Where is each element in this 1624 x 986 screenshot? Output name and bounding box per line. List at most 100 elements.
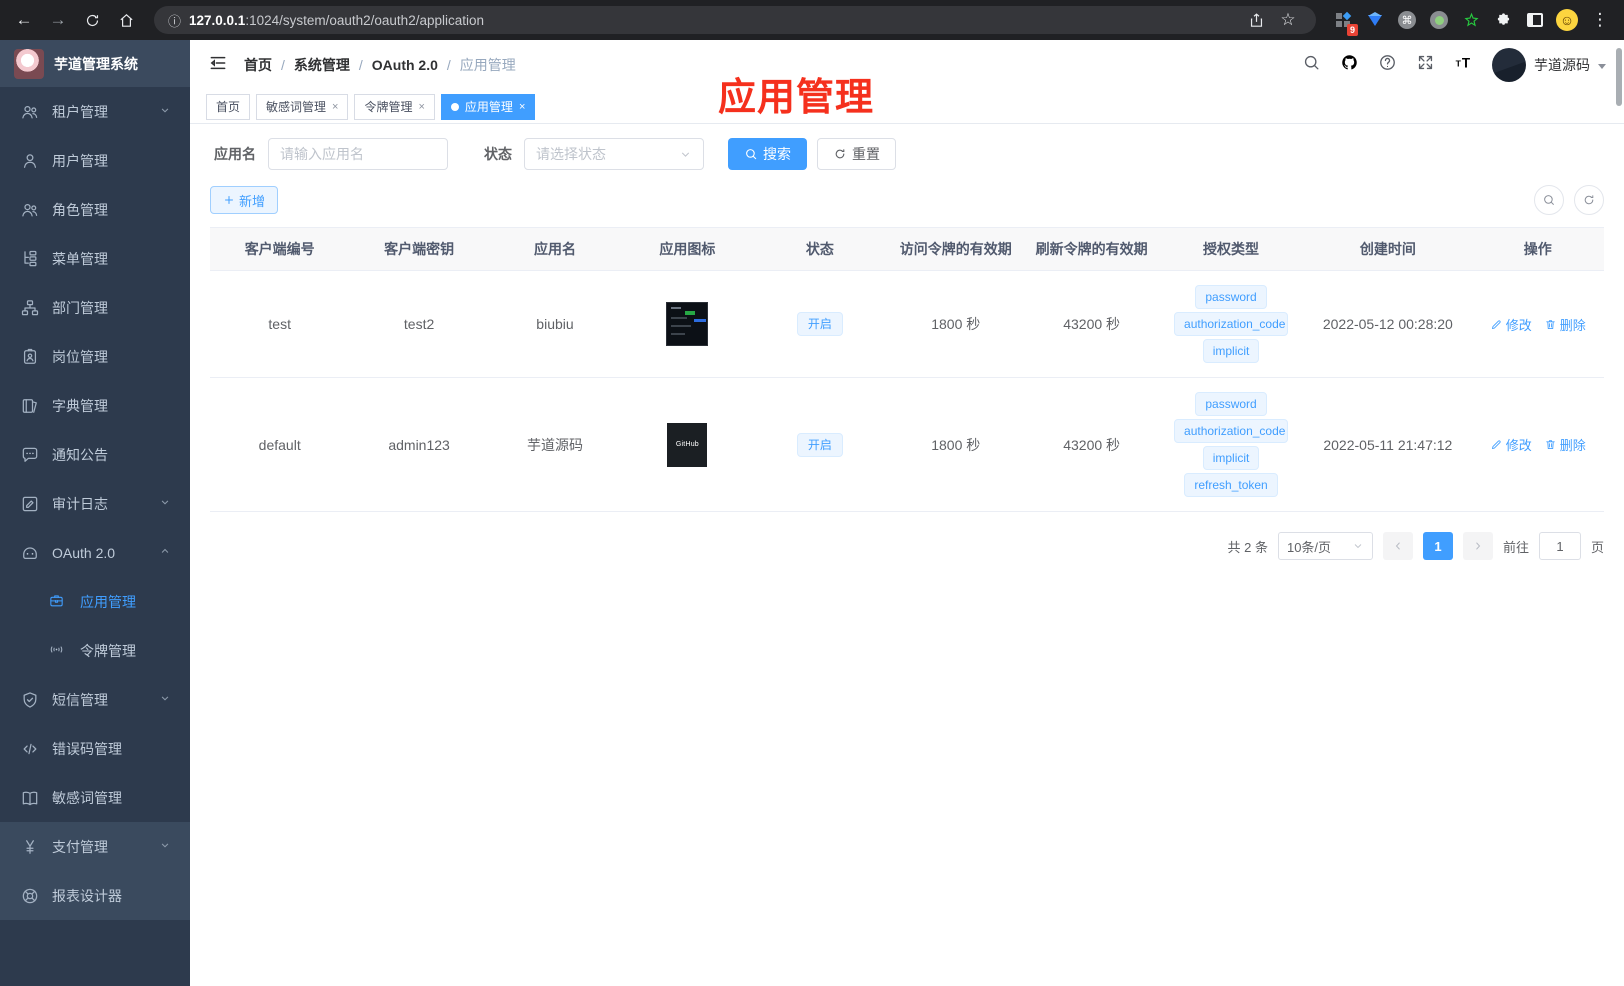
sidebar-item-支付管理[interactable]: 支付管理 bbox=[0, 822, 190, 871]
sidebar-item-错误码管理[interactable]: 错误码管理 bbox=[0, 724, 190, 773]
filter-form: 应用名 状态 请选择状态 搜索 重置 bbox=[210, 138, 1604, 170]
fontsize-icon[interactable]: TT bbox=[1454, 53, 1473, 77]
status-select[interactable]: 请选择状态 bbox=[524, 138, 704, 170]
page-size-select[interactable]: 10条/页 bbox=[1277, 532, 1373, 560]
page-number-button[interactable]: 1 bbox=[1422, 532, 1453, 560]
browser-menu-icon[interactable]: ⋮ bbox=[1586, 6, 1614, 34]
sidebar-item-通知公告[interactable]: 通知公告 bbox=[0, 430, 190, 479]
info-icon[interactable]: ⓘ bbox=[168, 11, 181, 30]
cell-created: 2022-05-11 21:47:12 bbox=[1304, 377, 1472, 512]
sidebar: 芋道管理系统 租户管理 用户管理 角色管理 菜单管理 部门管理 岗位管理 字典管理 通知公告审… bbox=[0, 40, 190, 986]
close-icon[interactable]: × bbox=[519, 101, 525, 113]
sidebar-item-报表设计器[interactable]: 报表设计器 bbox=[0, 871, 190, 920]
pagination: 共 2 条 10条/页 1 前往 页 bbox=[210, 532, 1604, 560]
grant-type-tag: implicit bbox=[1202, 446, 1260, 470]
sidebar-item-岗位管理[interactable]: 岗位管理 bbox=[0, 332, 190, 381]
sidebar-item-label: 敏感词管理 bbox=[52, 789, 122, 806]
close-icon[interactable]: × bbox=[332, 101, 338, 113]
compass-icon bbox=[20, 886, 40, 906]
reload-icon[interactable] bbox=[78, 6, 106, 34]
grant-type-tag: authorization_code bbox=[1174, 312, 1289, 336]
delete-button[interactable]: 删除 bbox=[1544, 435, 1586, 454]
applications-table: 客户端编号 客户端密钥 应用名 应用图标 状态 访问令牌的有效期 刷新令牌的有效期 授权类型创… bbox=[210, 227, 1604, 512]
cell-client-id: test bbox=[210, 270, 350, 378]
breadcrumb-item[interactable]: 首页 bbox=[244, 55, 272, 75]
goto-page-input[interactable] bbox=[1538, 532, 1581, 560]
app-logo: 芋道管理系统 bbox=[0, 40, 190, 87]
books-icon bbox=[20, 396, 40, 416]
cell-app-name: 芋道源码 bbox=[488, 377, 622, 512]
close-icon[interactable]: × bbox=[418, 101, 424, 113]
sidebar-item-应用管理[interactable]: 应用管理 bbox=[0, 577, 190, 626]
plus-icon bbox=[225, 196, 233, 204]
tree-icon bbox=[20, 249, 40, 269]
sidebar-item-角色管理[interactable]: 角色管理 bbox=[0, 185, 190, 234]
sidebar-item-用户管理[interactable]: 用户管理 bbox=[0, 136, 190, 185]
sidebar-item-敏感词管理[interactable]: 敏感词管理 bbox=[0, 773, 190, 822]
delete-button[interactable]: 删除 bbox=[1544, 315, 1586, 334]
search-icon[interactable] bbox=[1302, 53, 1321, 77]
github-icon[interactable] bbox=[1340, 53, 1359, 77]
tab-令牌管理[interactable]: 令牌管理 × bbox=[354, 93, 435, 120]
add-button[interactable]: 新增 bbox=[210, 186, 279, 214]
prev-page-button[interactable] bbox=[1382, 532, 1413, 560]
breadcrumb-item: 应用管理 bbox=[459, 57, 516, 73]
extension-grid-icon[interactable]: 9 bbox=[1330, 7, 1358, 36]
grant-type-tag: password bbox=[1195, 392, 1267, 416]
chevron-down-icon bbox=[1598, 64, 1606, 69]
robot-icon bbox=[20, 543, 40, 563]
extensions-puzzle-icon[interactable] bbox=[1490, 7, 1516, 33]
app-name-input[interactable] bbox=[268, 138, 448, 170]
sidebar-item-令牌管理[interactable]: 令牌管理 bbox=[0, 626, 190, 675]
refresh-table-button[interactable] bbox=[1574, 185, 1604, 215]
breadcrumb-separator: / bbox=[446, 57, 451, 73]
search-button[interactable]: 搜索 bbox=[728, 138, 807, 170]
sidebar-item-label: 应用管理 bbox=[80, 593, 136, 610]
extension-gem-icon[interactable] bbox=[1362, 7, 1388, 33]
tab-应用管理[interactable]: 应用管理 × bbox=[440, 93, 536, 120]
extension-star-icon[interactable] bbox=[1458, 7, 1484, 33]
sidebar-item-字典管理[interactable]: 字典管理 bbox=[0, 381, 190, 430]
breadcrumb-item[interactable]: OAuth 2.0 bbox=[372, 57, 438, 73]
code-icon bbox=[20, 739, 40, 759]
sidebar-toggle-icon[interactable] bbox=[1522, 7, 1548, 33]
reset-button[interactable]: 重置 bbox=[817, 138, 896, 170]
user-menu[interactable]: 芋道源码 bbox=[1492, 48, 1606, 82]
tab-首页[interactable]: 首页 bbox=[206, 93, 251, 120]
sidebar-item-label: 令牌管理 bbox=[80, 642, 136, 659]
sidebar-item-label: 审计日志 bbox=[52, 495, 108, 512]
question-icon[interactable] bbox=[1378, 53, 1397, 77]
sidebar-item-审计日志[interactable]: 审计日志 bbox=[0, 479, 190, 528]
home-icon[interactable] bbox=[112, 6, 140, 34]
shield-icon bbox=[20, 690, 40, 710]
collapse-menu-icon[interactable] bbox=[208, 53, 228, 78]
sidebar-item-OAuth 2.0[interactable]: OAuth 2.0 bbox=[0, 528, 190, 577]
svg-text:T: T bbox=[1462, 55, 1471, 70]
column-header: 客户端密钥 bbox=[349, 227, 489, 271]
sidebar-item-菜单管理[interactable]: 菜单管理 bbox=[0, 234, 190, 283]
share-icon[interactable] bbox=[1242, 6, 1270, 34]
breadcrumb-item[interactable]: 系统管理 bbox=[294, 55, 350, 75]
chevron-down-icon bbox=[158, 495, 172, 512]
toggle-search-button[interactable] bbox=[1534, 185, 1564, 215]
tab-敏感词管理[interactable]: 敏感词管理 × bbox=[256, 93, 349, 120]
fullscreen-icon[interactable] bbox=[1416, 53, 1435, 77]
signal-icon bbox=[48, 641, 68, 661]
extension-command-icon[interactable]: ⌘ bbox=[1394, 7, 1420, 33]
edit-button[interactable]: 修改 bbox=[1490, 315, 1532, 334]
sidebar-item-租户管理[interactable]: 租户管理 bbox=[0, 87, 190, 136]
forward-icon[interactable]: → bbox=[44, 6, 72, 34]
url-bar[interactable]: ⓘ 127.0.0.1:1024/system/oauth2/oauth2/ap… bbox=[154, 6, 1316, 34]
extension-record-icon[interactable] bbox=[1426, 7, 1452, 33]
scrollbar-thumb[interactable] bbox=[1616, 48, 1622, 106]
chevron-down-icon bbox=[1354, 544, 1362, 549]
back-icon[interactable]: ← bbox=[10, 6, 38, 34]
sidebar-item-部门管理[interactable]: 部门管理 bbox=[0, 283, 190, 332]
sidebar-item-短信管理[interactable]: 短信管理 bbox=[0, 675, 190, 724]
badge-icon bbox=[20, 347, 40, 367]
bookmark-star-icon[interactable]: ☆ bbox=[1274, 6, 1302, 34]
app-icon-image: GitHub bbox=[667, 422, 708, 467]
edit-button[interactable]: 修改 bbox=[1490, 435, 1532, 454]
profile-avatar-icon[interactable]: ☺ bbox=[1554, 7, 1580, 33]
next-page-button[interactable] bbox=[1462, 532, 1493, 560]
